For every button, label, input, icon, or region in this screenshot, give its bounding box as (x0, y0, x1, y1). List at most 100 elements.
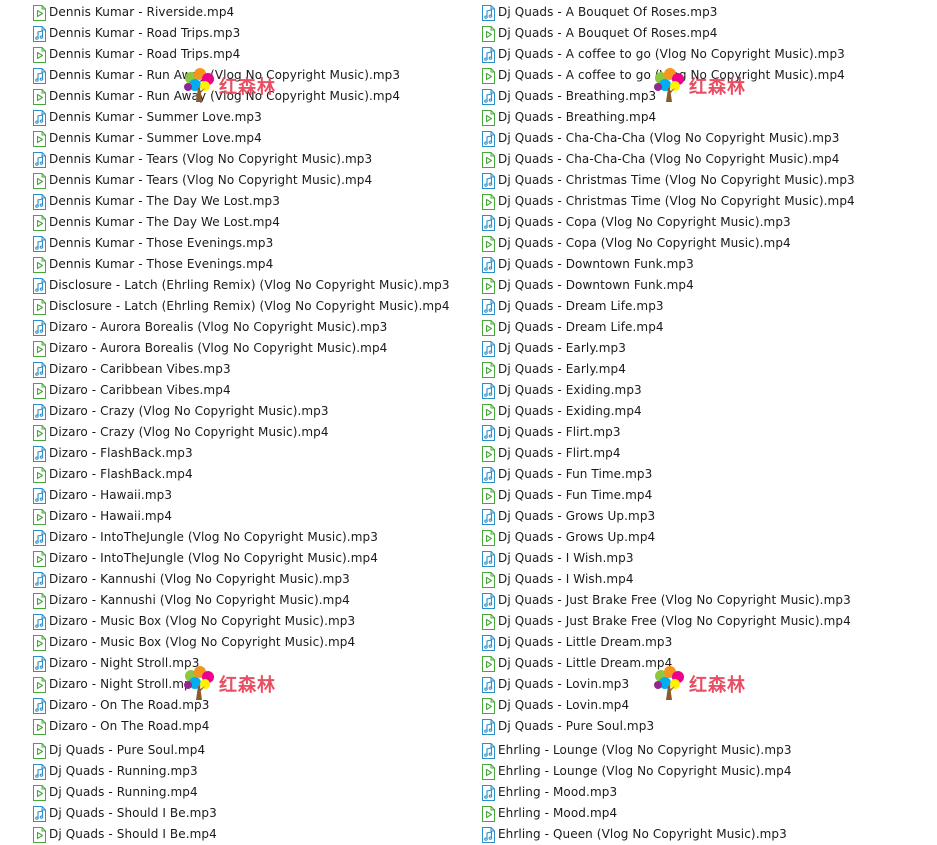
file-item[interactable]: Dj Quads - Fun Time.mp4 (481, 485, 855, 506)
file-item[interactable]: Dizaro - Hawaii.mp3 (32, 485, 450, 506)
file-item[interactable]: Dizaro - Aurora Borealis (Vlog No Copyri… (32, 338, 450, 359)
video-file-icon (33, 676, 46, 693)
file-item[interactable]: Dj Quads - A coffee to go (Vlog No Copyr… (481, 44, 855, 65)
file-item[interactable]: Disclosure - Latch (Ehrling Remix) (Vlog… (32, 296, 450, 317)
video-file-icon (33, 214, 46, 231)
file-item[interactable]: Dj Quads - Little Dream.mp4 (481, 653, 855, 674)
file-name: Dj Quads - Lovin.mp4 (498, 698, 630, 712)
file-item[interactable]: Dennis Kumar - The Day We Lost.mp3 (32, 191, 450, 212)
file-item[interactable]: Dennis Kumar - Tears (Vlog No Copyright … (32, 170, 450, 191)
music-file-icon (33, 571, 46, 588)
file-item[interactable]: Dj Quads - A coffee to go (Vlog No Copyr… (481, 65, 855, 86)
video-file-icon (33, 382, 46, 399)
file-item[interactable]: Dizaro - Caribbean Vibes.mp3 (32, 359, 450, 380)
file-item[interactable]: Dizaro - Hawaii.mp4 (32, 506, 450, 527)
file-item[interactable]: Dj Quads - Grows Up.mp3 (481, 506, 855, 527)
file-item[interactable]: Dizaro - Kannushi (Vlog No Copyright Mus… (32, 590, 450, 611)
file-item[interactable]: Dizaro - Music Box (Vlog No Copyright Mu… (32, 611, 450, 632)
file-item[interactable]: Dj Quads - Downtown Funk.mp4 (481, 275, 855, 296)
file-item[interactable]: Disclosure - Latch (Ehrling Remix) (Vlog… (32, 275, 450, 296)
file-item[interactable]: Dennis Kumar - Road Trips.mp4 (32, 44, 450, 65)
file-item[interactable]: Dj Quads - I Wish.mp4 (481, 569, 855, 590)
file-item[interactable]: Ehrling - Mood.mp3 (481, 782, 855, 803)
file-item[interactable]: Dj Quads - Copa (Vlog No Copyright Music… (481, 233, 855, 254)
file-item[interactable]: Dj Quads - Exiding.mp4 (481, 401, 855, 422)
file-item[interactable]: Dizaro - FlashBack.mp3 (32, 443, 450, 464)
file-item[interactable]: Dennis Kumar - Summer Love.mp4 (32, 128, 450, 149)
file-name: Dennis Kumar - The Day We Lost.mp4 (49, 215, 280, 229)
file-item[interactable]: Ehrling - Queen (Vlog No Copyright Music… (481, 824, 855, 845)
file-item[interactable]: Dj Quads - Pure Soul.mp3 (481, 716, 855, 737)
file-item[interactable]: Dj Quads - Cha-Cha-Cha (Vlog No Copyrigh… (481, 149, 855, 170)
file-item[interactable]: Dj Quads - Pure Soul.mp4 (32, 740, 450, 761)
music-file-icon (482, 88, 495, 105)
file-item[interactable]: Dj Quads - Copa (Vlog No Copyright Music… (481, 212, 855, 233)
file-item[interactable]: Dj Quads - Early.mp3 (481, 338, 855, 359)
file-item[interactable]: Dj Quads - Christmas Time (Vlog No Copyr… (481, 191, 855, 212)
file-item[interactable]: Dennis Kumar - Those Evenings.mp4 (32, 254, 450, 275)
file-item[interactable]: Ehrling - Lounge (Vlog No Copyright Musi… (481, 740, 855, 761)
file-item[interactable]: Dj Quads - Exiding.mp3 (481, 380, 855, 401)
file-item[interactable]: Dj Quads - Lovin.mp3 (481, 674, 855, 695)
file-item[interactable]: Dennis Kumar - Run Away (Vlog No Copyrig… (32, 65, 450, 86)
file-item[interactable]: Dizaro - Crazy (Vlog No Copyright Music)… (32, 401, 450, 422)
file-item[interactable]: Ehrling - Mood.mp4 (481, 803, 855, 824)
file-name: Dj Quads - Fun Time.mp4 (498, 488, 653, 502)
file-item[interactable]: Dj Quads - Grows Up.mp4 (481, 527, 855, 548)
music-file-icon (482, 382, 495, 399)
video-file-icon (482, 361, 495, 378)
music-file-icon (33, 151, 46, 168)
file-item[interactable]: Dj Quads - Dream Life.mp4 (481, 317, 855, 338)
music-file-icon (482, 424, 495, 441)
file-item[interactable]: Dizaro - IntoTheJungle (Vlog No Copyrigh… (32, 527, 450, 548)
file-item[interactable]: Dj Quads - A Bouquet Of Roses.mp4 (481, 23, 855, 44)
file-item[interactable]: Dj Quads - Should I Be.mp3 (32, 803, 450, 824)
file-item[interactable]: Dennis Kumar - Run Away (Vlog No Copyrig… (32, 86, 450, 107)
file-item[interactable]: Dizaro - On The Road.mp4 (32, 716, 450, 737)
file-item[interactable]: Dj Quads - Running.mp3 (32, 761, 450, 782)
file-item[interactable]: Dj Quads - I Wish.mp3 (481, 548, 855, 569)
file-item[interactable]: Dj Quads - Downtown Funk.mp3 (481, 254, 855, 275)
file-item[interactable]: Dizaro - Caribbean Vibes.mp4 (32, 380, 450, 401)
file-item[interactable]: Dj Quads - Just Brake Free (Vlog No Copy… (481, 611, 855, 632)
file-item[interactable]: Dj Quads - Little Dream.mp3 (481, 632, 855, 653)
file-item[interactable]: Dj Quads - Flirt.mp3 (481, 422, 855, 443)
file-name: Dj Quads - Cha-Cha-Cha (Vlog No Copyrigh… (498, 131, 840, 145)
file-item[interactable]: Dizaro - Night Stroll.mp3 (32, 653, 450, 674)
file-item[interactable]: Dennis Kumar - Summer Love.mp3 (32, 107, 450, 128)
file-item[interactable]: Dennis Kumar - The Day We Lost.mp4 (32, 212, 450, 233)
file-item[interactable]: Dj Quads - Breathing.mp3 (481, 86, 855, 107)
file-item[interactable]: Dizaro - Aurora Borealis (Vlog No Copyri… (32, 317, 450, 338)
file-item[interactable]: Dennis Kumar - Riverside.mp4 (32, 2, 450, 23)
file-item[interactable]: Dizaro - IntoTheJungle (Vlog No Copyrigh… (32, 548, 450, 569)
file-item[interactable]: Dj Quads - A Bouquet Of Roses.mp3 (481, 2, 855, 23)
file-item[interactable]: Dj Quads - Flirt.mp4 (481, 443, 855, 464)
file-name: Dennis Kumar - Road Trips.mp3 (49, 26, 241, 40)
file-item[interactable]: Dj Quads - Just Brake Free (Vlog No Copy… (481, 590, 855, 611)
file-item[interactable]: Dennis Kumar - Those Evenings.mp3 (32, 233, 450, 254)
file-item[interactable]: Dj Quads - Should I Be.mp4 (32, 824, 450, 845)
music-file-icon (33, 697, 46, 714)
file-item[interactable]: Dj Quads - Running.mp4 (32, 782, 450, 803)
file-item[interactable]: Dj Quads - Cha-Cha-Cha (Vlog No Copyrigh… (481, 128, 855, 149)
file-item[interactable]: Dennis Kumar - Tears (Vlog No Copyright … (32, 149, 450, 170)
file-item[interactable]: Dj Quads - Lovin.mp4 (481, 695, 855, 716)
file-item[interactable]: Dizaro - FlashBack.mp4 (32, 464, 450, 485)
file-item[interactable]: Dennis Kumar - Road Trips.mp3 (32, 23, 450, 44)
file-item[interactable]: Dizaro - Night Stroll.mp4 (32, 674, 450, 695)
file-item[interactable]: Dj Quads - Breathing.mp4 (481, 107, 855, 128)
file-item[interactable]: Dj Quads - Christmas Time (Vlog No Copyr… (481, 170, 855, 191)
file-item[interactable]: Dj Quads - Dream Life.mp3 (481, 296, 855, 317)
music-file-icon (33, 529, 46, 546)
file-item[interactable]: Dj Quads - Early.mp4 (481, 359, 855, 380)
file-item[interactable]: Dizaro - Crazy (Vlog No Copyright Music)… (32, 422, 450, 443)
file-item[interactable]: Dizaro - On The Road.mp3 (32, 695, 450, 716)
file-item[interactable]: Dizaro - Music Box (Vlog No Copyright Mu… (32, 632, 450, 653)
video-file-icon (482, 445, 495, 462)
file-item[interactable]: Dj Quads - Fun Time.mp3 (481, 464, 855, 485)
file-name: Dizaro - Music Box (Vlog No Copyright Mu… (49, 614, 356, 628)
file-item[interactable]: Ehrling - Lounge (Vlog No Copyright Musi… (481, 761, 855, 782)
file-name: Dj Quads - Grows Up.mp4 (498, 530, 656, 544)
file-item[interactable]: Dizaro - Kannushi (Vlog No Copyright Mus… (32, 569, 450, 590)
video-file-icon (482, 109, 495, 126)
